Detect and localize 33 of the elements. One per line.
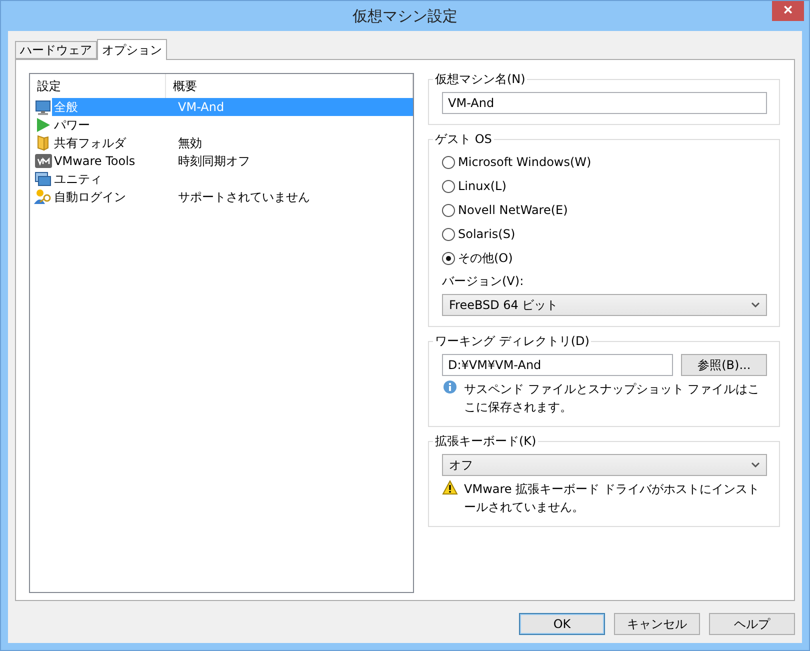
list-item[interactable]: パワー xyxy=(52,116,168,134)
group-label: 拡張キーボード(K) xyxy=(433,434,538,448)
directory-field[interactable]: D:¥VM¥VM-And xyxy=(442,354,674,376)
name-field[interactable]: VM-And xyxy=(442,92,767,114)
dialog-button[interactable]: OK xyxy=(519,613,605,635)
table-cell-text: 無効 xyxy=(177,135,203,152)
group-label: 仮想マシン名(N) xyxy=(433,72,528,86)
keyboard-dropdown[interactable]: オフ xyxy=(442,454,767,476)
tab[interactable]: オプション xyxy=(97,39,167,60)
radio-option[interactable]: その他(O) xyxy=(442,248,767,268)
info-text: サスペンド ファイルとスナップショット ファイルはここに保存されます。 xyxy=(464,381,761,416)
table-cell: VM-And xyxy=(168,98,413,116)
radio-option[interactable]: Solaris(S) xyxy=(442,224,767,244)
tab[interactable]: ハードウェア xyxy=(15,41,97,59)
table-cell-text: サポートされていません xyxy=(177,189,311,206)
group-label: ワーキング ディレクトリ(D) xyxy=(433,334,592,348)
group-label: ゲスト OS xyxy=(433,132,494,146)
table-cell-text: 時刻同期オフ xyxy=(177,153,251,170)
radio-option[interactable]: Novell NetWare(E) xyxy=(442,200,767,220)
field-label: バージョン(V): xyxy=(442,273,525,290)
version-dropdown[interactable]: FreeBSD 64 ビット xyxy=(442,294,767,316)
radio-option[interactable]: Linux(L) xyxy=(442,176,767,196)
window-title: 仮想マシン設定 xyxy=(352,6,458,26)
dialog-button[interactable]: キャンセル xyxy=(614,613,700,635)
browse-button[interactable]: 参照(B)... xyxy=(681,354,767,376)
list-item[interactable]: 自動ログイン xyxy=(52,188,168,206)
list-item[interactable]: 共有フォルダ xyxy=(52,134,168,152)
list-item[interactable]: ユニティ xyxy=(52,170,168,188)
close-button[interactable]: × xyxy=(772,1,804,21)
dialog-button[interactable]: ヘルプ xyxy=(709,613,795,635)
radio-option[interactable]: Microsoft Windows(W) xyxy=(442,152,767,172)
list-item[interactable]: VMware Tools xyxy=(52,152,168,170)
warning-text: VMware 拡張キーボード ドライバがホストにインストールされていません。 xyxy=(464,481,760,516)
